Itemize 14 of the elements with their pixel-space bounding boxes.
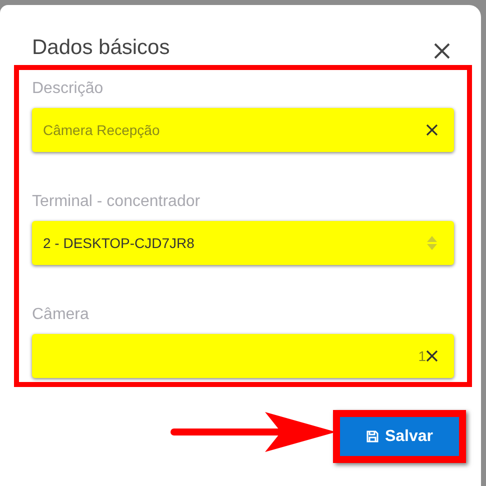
save-icon [366, 430, 379, 443]
close-icon[interactable] [433, 42, 451, 60]
clear-icon[interactable] [426, 124, 438, 136]
description-field[interactable]: Câmera Recepção [32, 108, 454, 152]
camera-select[interactable]: 1 [32, 334, 454, 378]
selection-count: 1 [418, 346, 426, 366]
field-label: Terminal - concentrador [32, 192, 200, 212]
dialog-title: Dados básicos [32, 34, 170, 60]
sort-icon [426, 235, 438, 251]
terminal-select[interactable]: 2 - DESKTOP-CJD7JR8 [32, 221, 454, 265]
field-label: Descrição [32, 79, 104, 99]
field-label: Câmera [32, 305, 89, 325]
save-button[interactable]: Salvar [340, 417, 459, 456]
clear-icon[interactable] [426, 350, 438, 362]
